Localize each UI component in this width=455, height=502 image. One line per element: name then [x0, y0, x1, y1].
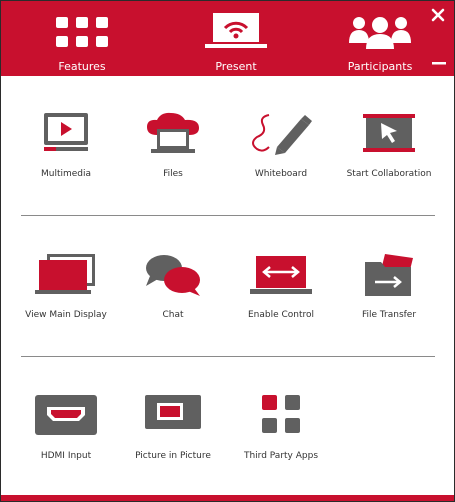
- multimedia-button[interactable]: Multimedia: [10, 111, 122, 211]
- pip-icon: [145, 395, 201, 429]
- cloud-laptop-icon: [147, 112, 199, 153]
- feature-row-3: HDMI Input Picture in Picture Third Part…: [1, 393, 454, 493]
- enable-control-label: Enable Control: [247, 310, 315, 320]
- laptop-arrows-icon: [250, 256, 312, 294]
- view-main-display-label: View Main Display: [25, 310, 107, 320]
- folder-transfer-icon: [365, 254, 413, 296]
- tab-features-label: Features: [58, 60, 106, 73]
- whiteboard-label: Whiteboard: [254, 169, 308, 179]
- feature-row-2: View Main Display Chat Enable Control Fi…: [1, 252, 454, 352]
- divider: [21, 356, 435, 357]
- tab-participants[interactable]: Participants: [315, 1, 445, 76]
- divider: [21, 215, 435, 216]
- picture-in-picture-button[interactable]: Picture in Picture: [117, 393, 229, 493]
- files-label: Files: [163, 169, 183, 179]
- feature-row-1: Multimedia Files Whiteboard Start Collab…: [1, 111, 454, 211]
- tab-present-label: Present: [215, 60, 257, 73]
- header-bar: Features Present Participants: [1, 1, 454, 76]
- bottom-bar: [1, 495, 454, 501]
- third-party-apps-button[interactable]: Third Party Apps: [225, 393, 337, 493]
- start-collaboration-button[interactable]: Start Collaboration: [333, 111, 445, 211]
- enable-control-button[interactable]: Enable Control: [225, 252, 337, 352]
- third-party-apps-label: Third Party Apps: [243, 451, 319, 461]
- laptop-wifi-icon: [205, 13, 267, 48]
- hdmi-input-label: HDMI Input: [40, 451, 92, 461]
- view-main-display-button[interactable]: View Main Display: [10, 252, 122, 352]
- tab-present[interactable]: Present: [171, 1, 301, 76]
- picture-in-picture-label: Picture in Picture: [135, 451, 211, 461]
- hdmi-icon: [35, 395, 97, 435]
- close-icon[interactable]: [430, 7, 446, 23]
- files-button[interactable]: Files: [117, 111, 229, 211]
- pen-icon: [252, 114, 312, 155]
- chat-button[interactable]: Chat: [117, 252, 229, 352]
- people-icon: [349, 17, 411, 49]
- hdmi-input-button[interactable]: HDMI Input: [10, 393, 122, 493]
- multimedia-label: Multimedia: [40, 169, 92, 179]
- chat-label: Chat: [162, 310, 184, 320]
- video-screen-icon: [44, 113, 88, 151]
- chat-bubbles-icon: [146, 255, 200, 296]
- start-collaboration-label: Start Collaboration: [346, 169, 432, 179]
- tab-features[interactable]: Features: [17, 1, 147, 76]
- app-window: Features Present Participants Multimedia…: [0, 0, 455, 502]
- apps-grid-icon: [262, 395, 300, 433]
- grid-icon: [56, 17, 108, 47]
- tab-participants-label: Participants: [347, 60, 413, 73]
- file-transfer-label: File Transfer: [361, 310, 417, 320]
- whiteboard-button[interactable]: Whiteboard: [225, 111, 337, 211]
- minimize-icon[interactable]: [432, 61, 446, 65]
- dual-display-icon: [35, 254, 95, 294]
- file-transfer-button[interactable]: File Transfer: [333, 252, 445, 352]
- cursor-board-icon: [363, 114, 415, 152]
